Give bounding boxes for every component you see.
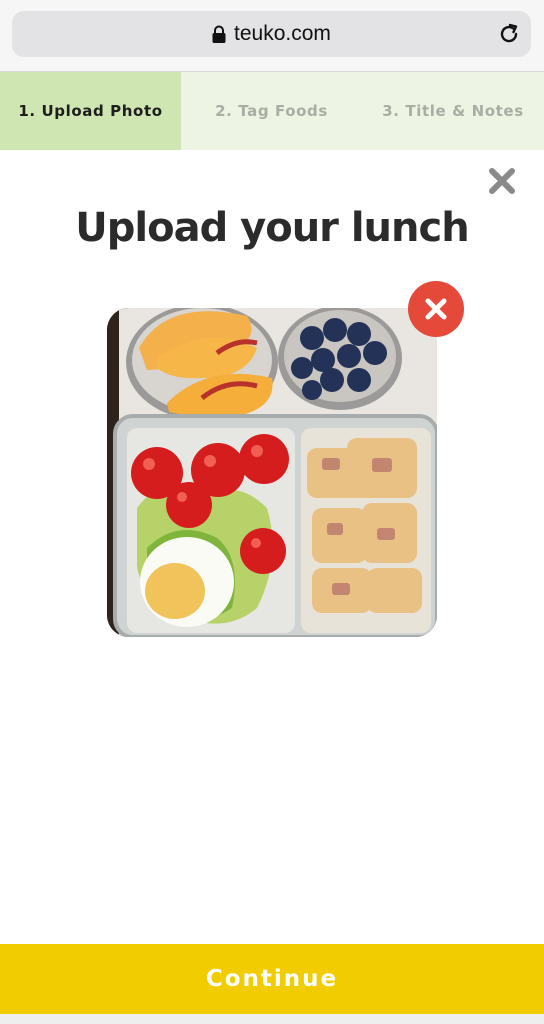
step-tag-foods[interactable]: 2. Tag Foods xyxy=(181,72,362,150)
url-field[interactable]: teuko.com xyxy=(12,11,531,57)
step-upload-photo[interactable]: 1. Upload Photo xyxy=(0,72,181,150)
reload-icon[interactable] xyxy=(497,22,521,46)
browser-address-bar: teuko.com xyxy=(0,0,544,72)
remove-photo-button[interactable] xyxy=(408,281,464,337)
continue-button[interactable]: Continue xyxy=(0,944,544,1014)
step-title-notes[interactable]: 3. Title & Notes xyxy=(362,72,544,150)
url-text: teuko.com xyxy=(234,22,331,45)
url-display: teuko.com xyxy=(12,11,531,57)
page-title: Upload your lunch xyxy=(75,205,469,251)
lock-icon xyxy=(212,25,226,43)
lunch-photo xyxy=(107,308,437,637)
lunch-photo-illustration xyxy=(107,308,437,637)
remove-photo-icon xyxy=(425,298,447,320)
bottom-strip xyxy=(0,1014,544,1024)
close-icon[interactable] xyxy=(487,166,517,196)
step-tabs: 1. Upload Photo 2. Tag Foods 3. Title & … xyxy=(0,72,544,150)
